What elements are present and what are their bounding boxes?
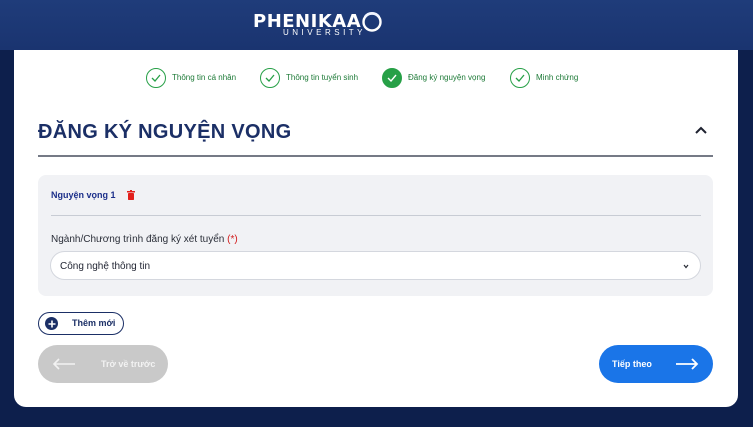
arrow-left-icon <box>52 358 75 370</box>
top-header-bar: PHENIKAA UNIVERSITY <box>0 0 753 50</box>
step-label: Minh chứng <box>536 73 579 82</box>
back-label: Trở về trước <box>101 359 156 369</box>
add-wish-button[interactable]: Thêm mới <box>38 312 124 335</box>
major-select-value: Công nghệ thông tin <box>60 261 151 272</box>
next-label: Tiếp theo <box>612 359 652 369</box>
major-field-label: Ngành/Chương trình đăng ký xét tuyển (*) <box>51 234 238 245</box>
plus-icon <box>45 317 58 330</box>
check-icon <box>510 68 530 88</box>
chevron-up-icon[interactable] <box>692 122 710 140</box>
trash-icon[interactable] <box>127 190 135 200</box>
next-button[interactable]: Tiếp theo <box>599 345 713 383</box>
wish-title: Nguyện vọng 1 <box>51 190 116 200</box>
step-label: Thông tin tuyển sinh <box>286 73 359 82</box>
check-icon <box>146 68 166 88</box>
step-label: Đăng ký nguyện vọng <box>408 73 486 82</box>
arrow-right-icon <box>676 358 699 370</box>
check-icon <box>260 68 280 88</box>
required-mark: (*) <box>227 234 238 245</box>
add-wish-label: Thêm mới <box>72 318 116 328</box>
step-label: Thông tin cá nhân <box>172 73 237 82</box>
check-icon <box>382 68 402 88</box>
section-divider <box>38 155 713 157</box>
section-title: ĐĂNG KÝ NGUYỆN VỌNG <box>38 121 292 143</box>
chevron-down-icon <box>683 264 689 269</box>
logo-ring-icon <box>362 12 382 32</box>
wish-divider <box>51 215 701 216</box>
logo-sub-text: UNIVERSITY <box>283 28 367 37</box>
back-button[interactable]: Trở về trước <box>38 345 168 383</box>
major-select[interactable]: Công nghệ thông tin <box>50 251 701 280</box>
major-label-text: Ngành/Chương trình đăng ký xét tuyển <box>51 234 225 245</box>
